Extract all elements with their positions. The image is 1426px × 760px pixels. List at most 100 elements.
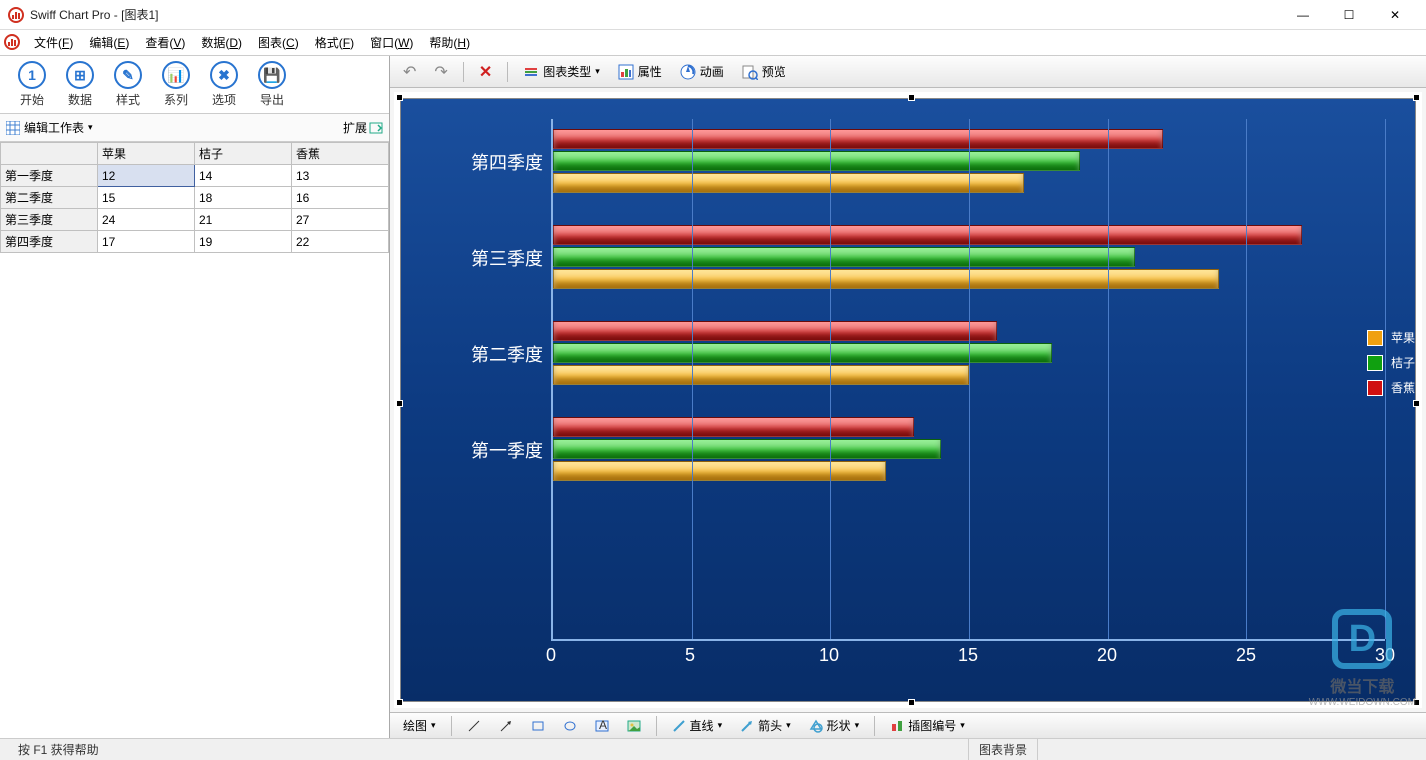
data-icon: ⊞	[66, 61, 94, 89]
close-button[interactable]: ✕	[1372, 0, 1418, 30]
col-header[interactable]: 桔子	[195, 143, 292, 165]
legend-swatch	[1367, 380, 1383, 396]
text-tool[interactable]: A	[588, 714, 616, 738]
col-header[interactable]: 香蕉	[292, 143, 389, 165]
start-button[interactable]: 1开始	[8, 60, 56, 110]
row-header[interactable]: 第四季度	[1, 231, 98, 253]
bar-香蕉[interactable]	[553, 129, 1163, 149]
menu-编辑[interactable]: 编辑(E)	[81, 31, 137, 54]
rect-icon	[531, 719, 545, 733]
grid-cell[interactable]: 18	[195, 187, 292, 209]
resize-handle[interactable]	[1413, 699, 1420, 706]
chart-canvas[interactable]: 第四季度第三季度第二季度第一季度 051015202530 苹果桔子香蕉	[394, 92, 1422, 708]
grid-cell[interactable]: 13	[292, 165, 389, 187]
preview-button[interactable]: 预览	[735, 60, 793, 84]
properties-button[interactable]: 属性	[611, 60, 669, 84]
export-button[interactable]: 💾导出	[248, 60, 296, 110]
resize-handle[interactable]	[1413, 400, 1420, 407]
resize-handle[interactable]	[908, 699, 915, 706]
image-tool[interactable]	[620, 714, 648, 738]
resize-handle[interactable]	[1413, 94, 1420, 101]
grid-cell[interactable]: 22	[292, 231, 389, 253]
menu-图表[interactable]: 图表(C)	[250, 31, 307, 54]
col-header[interactable]: 苹果	[98, 143, 195, 165]
title-bar: Swiff Chart Pro - [图表1] — ☐ ✕	[0, 0, 1426, 30]
series-button[interactable]: 📊系列	[152, 60, 200, 110]
redo-button[interactable]: ↷	[427, 60, 454, 84]
dropdown-icon[interactable]: ▾	[88, 122, 93, 133]
resize-handle[interactable]	[396, 400, 403, 407]
draw-menu-button[interactable]: 绘图▾	[396, 714, 443, 738]
options-button[interactable]: ✖选项	[200, 60, 248, 110]
bar-香蕉[interactable]	[553, 417, 914, 437]
grid-cell[interactable]: 27	[292, 209, 389, 231]
resize-handle[interactable]	[908, 94, 915, 101]
grid-icon	[6, 121, 20, 135]
grid-cell[interactable]: 12	[98, 165, 195, 187]
menu-文件[interactable]: 文件(F)	[26, 31, 81, 54]
line-style-button[interactable]: 直线▾	[665, 714, 730, 738]
minimize-button[interactable]: —	[1280, 0, 1326, 30]
col-header[interactable]	[1, 143, 98, 165]
grid-cell[interactable]: 15	[98, 187, 195, 209]
data-button[interactable]: ⊞数据	[56, 60, 104, 110]
ellipse-tool[interactable]	[556, 714, 584, 738]
chart-type-button[interactable]: 图表类型 ▾	[516, 60, 607, 84]
shape-style-button[interactable]: 形状▾	[802, 714, 867, 738]
menu-数据[interactable]: 数据(D)	[193, 31, 250, 54]
style-button[interactable]: ✎样式	[104, 60, 152, 110]
data-grid[interactable]: 苹果桔子香蕉第一季度121413 第二季度151816 第三季度242127 第四季度…	[0, 142, 389, 738]
arrow-style-button[interactable]: 箭头▾	[733, 714, 798, 738]
x-axis: 051015202530	[551, 641, 1385, 681]
grid-cell[interactable]: 16	[292, 187, 389, 209]
expand-button[interactable]: 扩展	[343, 119, 383, 136]
grid-cell[interactable]: 19	[195, 231, 292, 253]
legend-item[interactable]: 桔子	[1367, 354, 1415, 371]
line-tool[interactable]	[460, 714, 488, 738]
category-label: 第一季度	[471, 437, 543, 463]
resize-handle[interactable]	[396, 94, 403, 101]
insert-number-button[interactable]: 插图编号▾	[883, 714, 972, 738]
arrow-tool[interactable]	[492, 714, 520, 738]
menu-帮助[interactable]: 帮助(H)	[421, 31, 478, 54]
edit-sheet-button[interactable]: 编辑工作表	[24, 119, 84, 136]
grid-cell[interactable]: 14	[195, 165, 292, 187]
legend-item[interactable]: 苹果	[1367, 329, 1415, 346]
grid-cell[interactable]: 24	[98, 209, 195, 231]
bar-苹果[interactable]	[553, 461, 886, 481]
menu-窗口[interactable]: 窗口(W)	[362, 31, 421, 54]
chart-legend[interactable]: 苹果桔子香蕉	[1367, 329, 1415, 396]
bar-苹果[interactable]	[553, 269, 1219, 289]
resize-handle[interactable]	[396, 699, 403, 706]
menu-查看[interactable]: 查看(V)	[137, 31, 193, 54]
gridline	[969, 119, 970, 639]
status-empty	[1037, 739, 1418, 760]
bar-苹果[interactable]	[553, 173, 1024, 193]
gridline	[692, 119, 693, 639]
maximize-button[interactable]: ☐	[1326, 0, 1372, 30]
bar-香蕉[interactable]	[553, 225, 1302, 245]
chart-object[interactable]: 第四季度第三季度第二季度第一季度 051015202530 苹果桔子香蕉	[400, 98, 1416, 702]
bar-桔子[interactable]	[553, 439, 941, 459]
bar-香蕉[interactable]	[553, 321, 997, 341]
row-header[interactable]: 第二季度	[1, 187, 98, 209]
animation-button[interactable]: 动画	[673, 60, 731, 84]
status-bar: 按 F1 获得帮助 图表背景	[0, 738, 1426, 760]
delete-button[interactable]: ✕	[472, 60, 499, 84]
ellipse-icon	[563, 719, 577, 733]
bar-桔子[interactable]	[553, 247, 1135, 267]
gridline	[1108, 119, 1109, 639]
menu-格式[interactable]: 格式(F)	[307, 31, 362, 54]
legend-item[interactable]: 香蕉	[1367, 379, 1415, 396]
grid-cell[interactable]: 17	[98, 231, 195, 253]
bar-桔子[interactable]	[553, 151, 1080, 171]
bar-苹果[interactable]	[553, 365, 969, 385]
grid-cell[interactable]: 21	[195, 209, 292, 231]
maximize-icon: ☐	[1344, 8, 1355, 22]
drawing-toolbar: 绘图▾ A 直线▾ 箭头▾ 形状▾ 插图编号▾	[390, 712, 1426, 738]
rect-tool[interactable]	[524, 714, 552, 738]
bar-桔子[interactable]	[553, 343, 1052, 363]
undo-button[interactable]: ↶	[396, 60, 423, 84]
row-header[interactable]: 第三季度	[1, 209, 98, 231]
row-header[interactable]: 第一季度	[1, 165, 98, 187]
